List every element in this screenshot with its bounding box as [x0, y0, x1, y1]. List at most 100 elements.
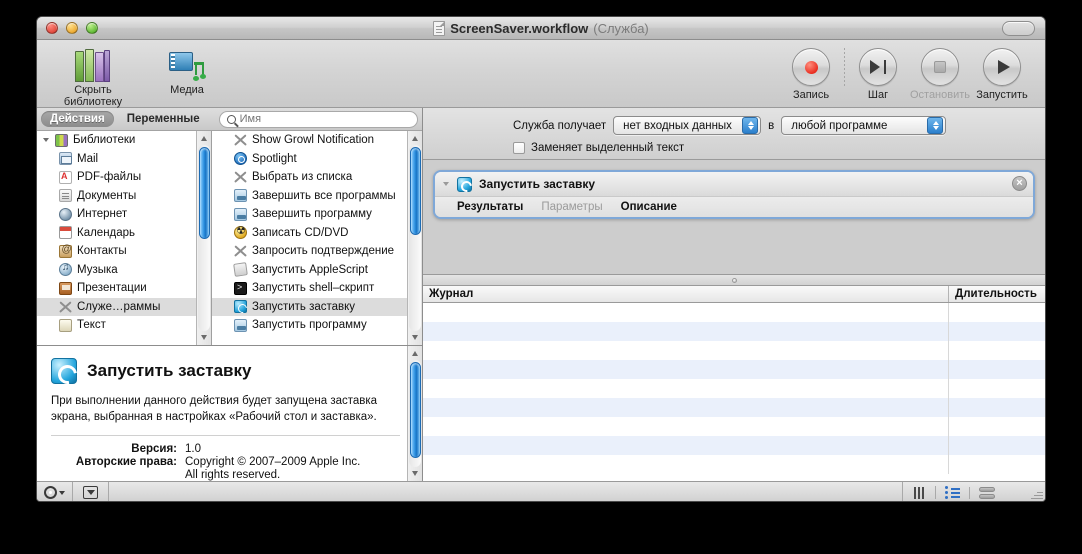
gear-menu-button[interactable] [37, 482, 73, 501]
record-dot-icon [804, 60, 818, 74]
table-row[interactable] [423, 436, 1045, 455]
list-item[interactable]: Show Growl Notification [212, 131, 422, 150]
log-header: Журнал Длительность [423, 286, 1045, 303]
search-icon [226, 114, 236, 124]
table-row[interactable] [423, 303, 1045, 322]
action-tab-results[interactable]: Результаты [457, 201, 523, 213]
workflow-canvas[interactable]: Запустить заставку × Результаты Параметр… [423, 160, 1045, 275]
table-row[interactable] [423, 360, 1045, 379]
list-item[interactable]: Музыка [37, 261, 211, 280]
list-item[interactable]: Запустить программу [212, 316, 422, 335]
input-type-select[interactable]: нет входных данных [613, 116, 762, 135]
scroll-up-icon[interactable] [197, 131, 211, 145]
toolbar: Скрыть библиотеку Медиа Запись Шаг Остан… [37, 40, 1045, 108]
toolbar-toggle-button[interactable] [1002, 21, 1035, 36]
list-item[interactable]: Запустить shell–скрипт [212, 279, 422, 298]
log-rows[interactable] [423, 303, 1045, 481]
utilities-icon [234, 171, 247, 184]
run-button[interactable]: Запустить [971, 48, 1033, 101]
action-header[interactable]: Запустить заставку × [435, 172, 1033, 196]
burn-icon [234, 224, 247, 240]
meta-copyright: Авторские права: Copyright © 2007–2009 A… [51, 456, 400, 468]
list-item[interactable]: Запустить AppleScript [212, 261, 422, 280]
list-item[interactable]: Mail [37, 150, 211, 169]
tree-scrollbar[interactable] [196, 131, 211, 345]
stop-label: Остановить [909, 89, 971, 101]
list-item[interactable]: Записать CD/DVD [212, 224, 422, 243]
record-button[interactable]: Запись [780, 48, 842, 101]
title-suffix: (Служба) [593, 21, 649, 36]
scroll-down-icon[interactable] [408, 331, 422, 345]
collapse-button[interactable] [73, 482, 109, 501]
library-panes: Библиотеки Mail PDF-файлы Документы Интернет… [37, 131, 422, 346]
log-column-duration[interactable]: Длительность [949, 286, 1045, 302]
scroll-down-icon[interactable] [408, 467, 422, 481]
table-row[interactable] [423, 417, 1045, 436]
list-item[interactable]: Служе…раммы [37, 297, 211, 316]
screensaver-icon [457, 176, 472, 192]
list-item[interactable]: Презентации [37, 279, 211, 298]
library-books-icon [73, 48, 113, 82]
action-tab-options[interactable]: Параметры [541, 201, 602, 213]
meta-key [51, 469, 185, 481]
close-icon[interactable]: × [1012, 176, 1027, 191]
item-label: Spotlight [252, 152, 297, 165]
list-item[interactable]: Текст [37, 316, 211, 335]
resize-grip[interactable] [1029, 486, 1043, 500]
item-label: PDF-файлы [77, 171, 142, 184]
main-content: Действия Переменные Библиотеки Mail PDF-фа… [37, 108, 1045, 481]
disclosure-triangle-icon[interactable] [43, 138, 49, 143]
description-body: При выполнении данного действия будет за… [51, 395, 378, 423]
media-button[interactable]: Медиа [143, 46, 231, 108]
log-column-name[interactable]: Журнал [423, 286, 949, 302]
vertical-bars-icon[interactable] [903, 486, 935, 499]
tab-variables[interactable]: Переменные [118, 111, 209, 127]
screensaver-icon [234, 300, 247, 314]
search-field[interactable] [218, 110, 418, 128]
list-view-button[interactable] [935, 486, 969, 499]
list-item[interactable]: Документы [37, 187, 211, 206]
scroll-up-icon[interactable] [408, 131, 422, 145]
list-item[interactable]: Запустить заставку [212, 297, 422, 316]
list-item[interactable]: Контакты [37, 242, 211, 261]
status-spacer [109, 482, 903, 501]
search-input[interactable] [239, 113, 410, 125]
item-label: Интернет [77, 208, 128, 221]
library-panel: Действия Переменные Библиотеки Mail PDF-фа… [37, 108, 423, 481]
item-label: Завершить программу [252, 208, 372, 221]
table-row[interactable] [423, 322, 1045, 341]
description-scrollbar[interactable] [407, 346, 422, 481]
application-select[interactable]: любой программе [781, 116, 947, 135]
tab-actions[interactable]: Действия [41, 111, 114, 127]
action-tab-description[interactable]: Описание [621, 201, 677, 213]
table-row[interactable] [423, 398, 1045, 417]
disclosure-triangle-icon[interactable] [443, 182, 449, 186]
meta-key: Версия: [131, 443, 177, 455]
item-label: Календарь [77, 226, 136, 239]
table-row[interactable] [423, 341, 1045, 360]
record-label: Запись [792, 89, 830, 101]
list-item[interactable]: Выбрать из списка [212, 168, 422, 187]
table-row[interactable] [423, 379, 1045, 398]
replaces-text-checkbox[interactable] [513, 142, 525, 154]
scroll-down-icon[interactable] [197, 331, 211, 345]
list-item[interactable]: Календарь [37, 224, 211, 243]
list-item[interactable]: PDF-файлы [37, 168, 211, 187]
actions-scrollbar[interactable] [407, 131, 422, 345]
stack-view-button[interactable] [969, 486, 1003, 499]
list-item[interactable]: Интернет [37, 205, 211, 224]
list-item[interactable]: Запросить подтверждение [212, 242, 422, 261]
workflow-action-block[interactable]: Запустить заставку × Результаты Параметр… [433, 170, 1035, 219]
tree-root-item[interactable]: Библиотеки [37, 131, 211, 150]
chevron-down-icon [59, 490, 65, 495]
list-item[interactable]: Завершить программу [212, 205, 422, 224]
step-button[interactable]: Шаг [847, 48, 909, 101]
list-item[interactable]: Spotlight [212, 150, 422, 169]
scroll-up-icon[interactable] [408, 346, 422, 360]
list-item[interactable]: Завершить все программы [212, 187, 422, 206]
table-row[interactable] [423, 455, 1045, 474]
split-handle[interactable] [423, 275, 1045, 286]
hide-library-button[interactable]: Скрыть библиотеку [49, 46, 137, 108]
application-value: любой программе [791, 119, 888, 132]
stop-button[interactable]: Остановить [909, 48, 971, 101]
